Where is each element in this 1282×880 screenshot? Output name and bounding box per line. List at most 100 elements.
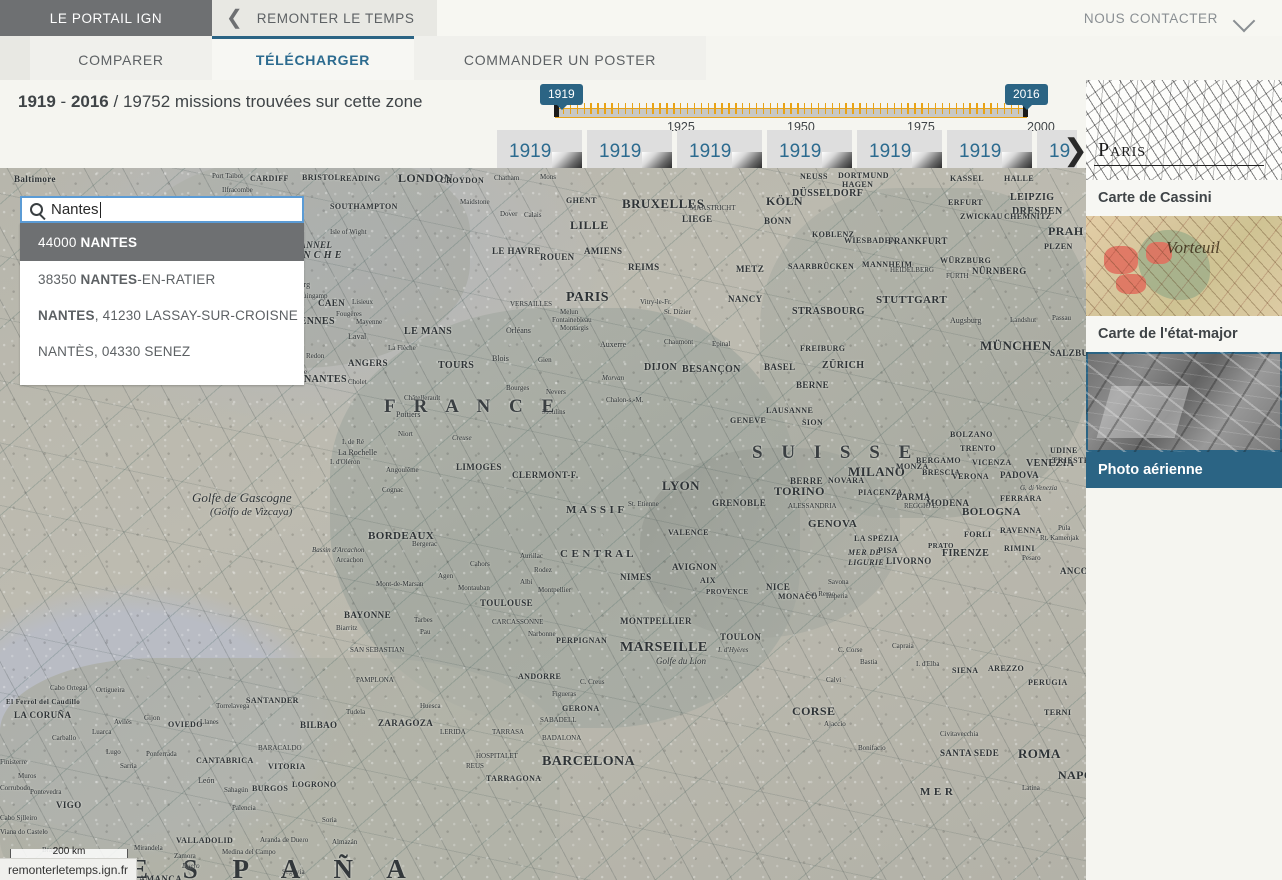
timeline-tick [797, 103, 798, 114]
map-place-label: NICE [766, 582, 790, 592]
map-place-label: Pula [1058, 524, 1070, 532]
timeline-tick [928, 103, 929, 114]
search-input-wrapper[interactable]: Nantes [20, 196, 304, 223]
map-place-label: El Ferrol del Caudillo [6, 698, 80, 706]
map-place-label: Golfe de Gascogne [192, 490, 292, 506]
layer-option-photo-aerienne[interactable]: Photo aérienne [1086, 352, 1282, 488]
map-place-label: PISA [878, 546, 898, 555]
map-place-label: CROYDON [440, 176, 484, 185]
suggestion-suffix: , 41230 LASSAY-SUR-CROISNE [95, 308, 298, 323]
map-place-label: TRIESTE [1052, 456, 1086, 465]
timeline-slider[interactable]: 1919 2016 1925 1950 1975 2000 [497, 84, 1086, 132]
map-place-label: Agen [438, 572, 453, 580]
year-card-label: 1919 [959, 141, 1001, 163]
timeline-tick [618, 103, 619, 114]
timeline-tick [942, 103, 943, 114]
map-place-label: FIRENZE [942, 548, 989, 559]
map-place-label: BAYONNE [344, 610, 391, 620]
map-place-label: LIEGE [682, 214, 713, 224]
map-place-label: CHEMNITZ [1004, 212, 1052, 221]
app-title-area[interactable]: ❮ REMONTER LE TEMPS [212, 0, 437, 36]
timeline-tick [604, 103, 605, 114]
aerial-photo-thumb-icon [1086, 352, 1282, 452]
search-suggestion-item[interactable]: 44000 NANTES [20, 223, 304, 261]
map-place-label: ALESSANDRIA [788, 502, 837, 510]
timeline-tick [983, 103, 984, 114]
map-place-label: SION [802, 418, 823, 427]
timeline-badge-min: 1919 [540, 84, 583, 105]
search-suggestion-item[interactable]: NANTÈS, 04330 SENEZ [20, 333, 304, 369]
map-place-label: Viana do Castelo [0, 828, 48, 836]
map-place-label: Mayenne [356, 318, 382, 326]
map-place-label: Huesca [420, 702, 441, 710]
map-place-label: F R A N C E [384, 396, 561, 418]
suggestion-name: NANTES [81, 272, 138, 287]
map-place-label: Arcachon [336, 556, 363, 564]
map-place-label: TERNI [1044, 708, 1071, 717]
map-place-label: REIMS [628, 262, 660, 272]
map-place-label: León [198, 776, 214, 785]
map-place-label: Cabo Sjlleiro [0, 814, 37, 822]
map-place-label: SAN SEBASTIAN [350, 646, 404, 654]
map-place-label: PERUGIA [1028, 678, 1068, 687]
map-place-label: I. d'Elba [916, 660, 939, 668]
map-place-label: LE MANS [404, 326, 452, 337]
map-place-label: LA CORUÑA [14, 710, 71, 720]
map-place-label: CANTABRICA [196, 756, 254, 765]
map-place-label: Muros [18, 772, 36, 780]
search-suggestion-item[interactable]: NANTES, 41230 LASSAY-SUR-CROISNE [20, 297, 304, 333]
map-place-label: Luarca [92, 728, 111, 736]
map-place-label: LE HAVRE [492, 246, 541, 256]
map-place-label: C E N T R A L [560, 548, 634, 560]
chevron-left-icon[interactable]: ❮ [226, 8, 243, 28]
portal-ign-button[interactable]: LE PORTAIL IGN [0, 0, 212, 36]
location-search-panel[interactable]: Nantes 44000 NANTES 38350 NANTES-EN-RATI… [20, 196, 304, 385]
layer-option-etat-major[interactable]: Vorteuil Carte de l'état-major [1086, 216, 1282, 352]
tab-commander-poster[interactable]: COMMANDER UN POSTER [414, 36, 706, 80]
map-place-label: Cahors [470, 560, 490, 568]
map-place-label: MONTPELLIER [620, 616, 692, 626]
map-place-label: Torrelavega [216, 702, 249, 710]
map-place-label: TOULOUSE [480, 598, 533, 608]
tab-telecharger[interactable]: TÉLÉCHARGER [212, 36, 414, 80]
map-place-label: BARCELONA [542, 754, 635, 770]
map-place-label: Pesaro [1022, 554, 1041, 562]
map-place-label: Cabo Ortegal [50, 684, 88, 692]
timeline-tick [721, 103, 722, 114]
chevron-down-icon[interactable] [1234, 12, 1260, 25]
map-place-label: Chatham [494, 174, 519, 182]
map-place-label: BOLOGNA [962, 506, 1021, 518]
map-place-label: (Golfo de Vizcaya) [210, 506, 292, 518]
map-place-label: MÜNCHEN [980, 338, 1051, 354]
search-suggestion-list[interactable]: 44000 NANTES 38350 NANTES-EN-RATIER NANT… [20, 223, 304, 385]
timeline-tick [763, 103, 764, 114]
search-suggestion-item[interactable]: 38350 NANTES-EN-RATIER [20, 261, 304, 297]
search-input-value[interactable]: Nantes [51, 201, 99, 218]
timeline-tick [632, 103, 633, 114]
map-place-label: ROUEN [540, 252, 575, 262]
map-place-label: Corrubodo [0, 784, 30, 792]
chevron-right-icon[interactable]: ❯ [1063, 136, 1086, 166]
timeline-tick [687, 103, 688, 114]
map-place-label: FERRARA [1000, 494, 1042, 503]
layer-sidebar[interactable]: Paris Carte de Cassini Vorteuil Carte de… [1086, 80, 1282, 880]
map-place-label: KASSEL [950, 174, 984, 183]
map-place-label: FREIBURG [800, 344, 845, 353]
map-place-label: Calais [524, 211, 542, 219]
map-place-label: LOGRONO [292, 780, 337, 789]
map-place-label: Auxerre [600, 340, 626, 349]
tab-comparer[interactable]: COMPARER [30, 36, 212, 80]
map-place-label: ANCO [1060, 566, 1086, 576]
timeline-tick [880, 103, 881, 114]
contact-menu[interactable]: NOUS CONTACTER [1074, 0, 1282, 36]
timeline-tick [652, 103, 653, 114]
map-place-label: Chalon-s.-M. [606, 396, 643, 404]
layer-option-cassini[interactable]: Paris Carte de Cassini [1086, 80, 1282, 216]
map-place-label: SANTA SEDE [940, 748, 999, 758]
map-place-label: Sahagún [224, 786, 248, 794]
map-place-label: Redon [306, 352, 324, 360]
map-place-label: Lugo [106, 748, 121, 756]
map-place-label: BILBAO [300, 720, 337, 730]
timeline-tick [990, 103, 991, 114]
timeline-ticks [556, 103, 1026, 114]
